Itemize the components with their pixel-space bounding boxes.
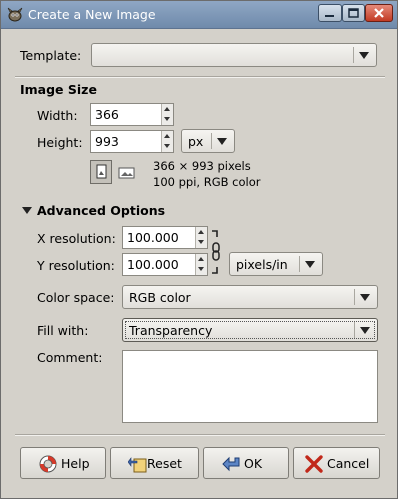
chevron-down-icon — [360, 327, 370, 334]
x-resolution-label: X resolution: — [37, 231, 116, 246]
dialog-window: Create a New Image Template: Image Size … — [0, 0, 398, 499]
chevron-down-icon — [217, 138, 227, 145]
combo-separator — [354, 322, 355, 338]
x-resolution-spinbox[interactable]: 100.000 — [122, 226, 208, 249]
fill-with-label: Fill with: — [37, 323, 89, 338]
spin-down-icon[interactable] — [164, 144, 170, 148]
spin-down-icon[interactable] — [164, 117, 170, 121]
help-button-label: Help — [61, 456, 90, 471]
advanced-options-heading[interactable]: Advanced Options — [37, 203, 165, 218]
gimp-app-icon — [7, 7, 23, 22]
window-title: Create a New Image — [28, 7, 156, 22]
spin-up-icon[interactable] — [198, 230, 204, 234]
chevron-down-icon — [305, 261, 315, 268]
portrait-toggle[interactable] — [90, 160, 112, 184]
separator — [15, 76, 385, 78]
width-label: Width: — [37, 108, 78, 123]
chevron-down-icon — [359, 52, 369, 59]
portrait-icon — [96, 164, 107, 179]
ok-arrow-icon — [222, 456, 240, 472]
landscape-toggle[interactable] — [116, 162, 138, 184]
combo-separator — [211, 133, 212, 149]
title-bar[interactable]: Create a New Image — [1, 1, 397, 29]
separator — [15, 434, 385, 436]
width-spin-buttons[interactable] — [161, 104, 173, 125]
height-value: 993 — [95, 134, 119, 149]
spin-up-icon[interactable] — [164, 107, 170, 111]
size-unit-combo[interactable]: px — [181, 129, 235, 153]
combo-separator — [353, 47, 354, 63]
color-space-label: Color space: — [37, 290, 115, 305]
reset-button[interactable]: Reset — [110, 447, 199, 479]
image-size-heading: Image Size — [20, 82, 97, 97]
chevron-down-icon — [360, 294, 370, 301]
comment-label: Comment: — [37, 350, 103, 365]
image-info-dimensions: 366 × 993 pixels — [153, 159, 251, 173]
color-space-value: RGB color — [129, 290, 191, 305]
cancel-button-label: Cancel — [327, 456, 370, 471]
expander-arrow-icon[interactable] — [22, 207, 32, 215]
fill-with-value: Transparency — [129, 323, 213, 338]
close-icon — [374, 8, 384, 18]
ok-button-label: OK — [244, 456, 263, 471]
image-info-resolution: 100 ppi, RGB color — [153, 175, 261, 189]
spin-down-icon[interactable] — [198, 267, 204, 271]
close-button[interactable] — [365, 4, 393, 22]
cancel-button[interactable]: Cancel — [293, 447, 380, 479]
minimize-icon — [325, 15, 334, 17]
maximize-icon — [348, 8, 359, 18]
reset-undo-icon — [128, 457, 147, 473]
height-label: Height: — [37, 135, 83, 150]
combo-separator — [299, 256, 300, 272]
y-resolution-label: Y resolution: — [37, 258, 115, 273]
width-spinbox[interactable]: 366 — [90, 103, 174, 126]
help-lifebuoy-icon — [39, 455, 57, 473]
height-spin-buttons[interactable] — [161, 131, 173, 152]
y-resolution-spinbox[interactable]: 100.000 — [122, 253, 208, 276]
chain-link-icon[interactable] — [210, 229, 222, 275]
x-resolution-value: 100.000 — [127, 230, 179, 245]
maximize-button[interactable] — [342, 4, 365, 22]
resolution-unit-combo[interactable]: pixels/in — [229, 252, 323, 276]
spin-down-icon[interactable] — [198, 240, 204, 244]
combo-separator — [354, 289, 355, 305]
cancel-x-icon — [305, 455, 323, 473]
landscape-icon — [118, 167, 135, 179]
help-button[interactable]: Help — [20, 447, 106, 479]
spin-up-icon[interactable] — [164, 134, 170, 138]
size-unit-value: px — [188, 134, 204, 149]
x-res-spin-buttons[interactable] — [195, 227, 207, 248]
resolution-unit-value: pixels/in — [236, 257, 288, 272]
fill-with-combo[interactable]: Transparency — [122, 318, 378, 342]
y-res-spin-buttons[interactable] — [195, 254, 207, 275]
template-label: Template: — [20, 48, 82, 63]
color-space-combo[interactable]: RGB color — [122, 285, 378, 309]
y-resolution-value: 100.000 — [127, 257, 179, 272]
ok-button[interactable]: OK — [203, 447, 289, 479]
minimize-button[interactable] — [318, 4, 342, 22]
width-value: 366 — [95, 107, 119, 122]
template-combo[interactable] — [91, 43, 377, 67]
spin-up-icon[interactable] — [198, 257, 204, 261]
reset-button-label: Reset — [147, 456, 182, 471]
height-spinbox[interactable]: 993 — [90, 130, 174, 153]
comment-textarea[interactable] — [122, 350, 378, 423]
